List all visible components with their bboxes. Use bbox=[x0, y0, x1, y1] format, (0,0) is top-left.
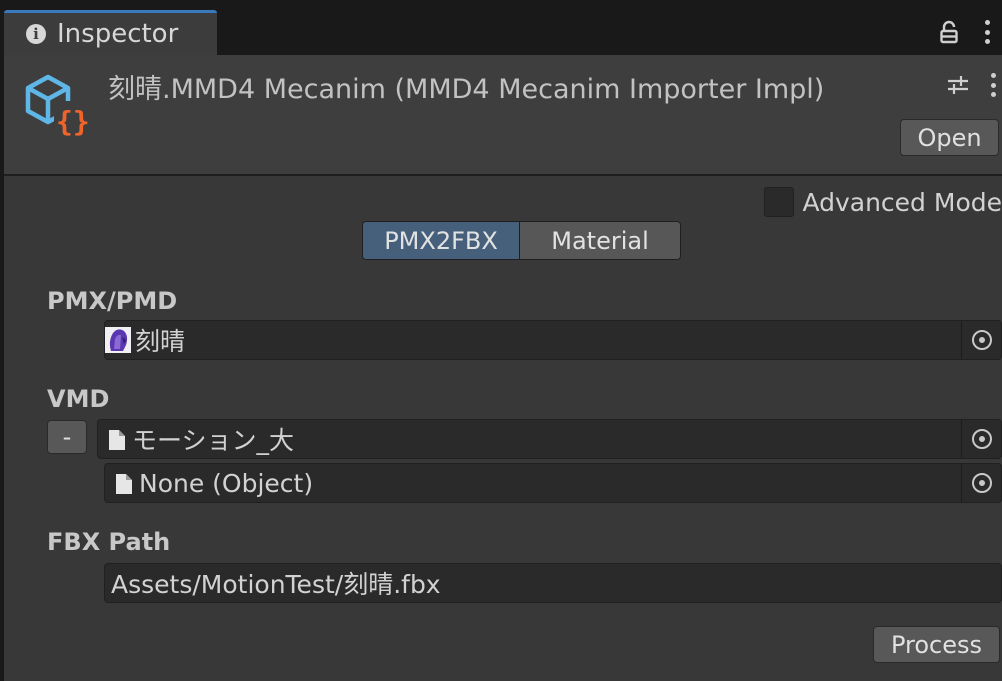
tab-inspector-label: Inspector bbox=[57, 19, 179, 49]
tab-strip: i Inspector bbox=[0, 0, 1002, 55]
model-icon bbox=[105, 327, 131, 353]
remove-vmd-button[interactable]: - bbox=[47, 420, 87, 454]
tab-pmx2fbx[interactable]: PMX2FBX bbox=[363, 222, 521, 259]
pmx-object-field[interactable]: 刻晴 bbox=[104, 320, 1002, 360]
lock-icon[interactable] bbox=[940, 20, 958, 44]
vmd-field-2-text: None (Object) bbox=[139, 468, 314, 498]
fbx-path-label: FBX Path bbox=[47, 528, 171, 556]
pmx-field-value: 刻晴 bbox=[105, 322, 961, 358]
object-picker-icon bbox=[971, 473, 992, 493]
info-icon: i bbox=[26, 24, 46, 44]
advanced-mode-checkbox[interactable] bbox=[764, 187, 795, 217]
tab-material[interactable]: Material bbox=[520, 222, 680, 259]
asset-header: {} 刻晴.MMD4 Mecanim (MMD4 Mecanim Importe… bbox=[4, 55, 1002, 176]
document-icon bbox=[115, 472, 133, 494]
tab-inspector[interactable]: i Inspector bbox=[4, 10, 217, 55]
vmd-object-field-1[interactable]: モーション_大 bbox=[97, 419, 1002, 459]
fbx-path-input[interactable]: Assets/MotionTest/刻晴.fbx bbox=[104, 563, 1002, 603]
kebab-menu-icon[interactable] bbox=[990, 73, 996, 97]
pmx-section-label: PMX/PMD bbox=[47, 287, 178, 315]
pmx-object-picker[interactable] bbox=[961, 321, 1001, 359]
vmd-field-1-text: モーション_大 bbox=[132, 426, 295, 455]
vmd-object-picker-1[interactable] bbox=[961, 420, 1001, 458]
script-cube-icon: {} bbox=[24, 71, 94, 139]
tab-actions bbox=[940, 18, 990, 46]
advanced-mode-toggle[interactable]: Advanced Mode bbox=[764, 186, 1002, 218]
open-button[interactable]: Open bbox=[900, 119, 999, 156]
vmd-field-2-value: None (Object) bbox=[105, 469, 961, 498]
vmd-object-picker-2[interactable] bbox=[961, 464, 1001, 502]
document-icon bbox=[108, 428, 126, 450]
mode-tabs: PMX2FBX Material bbox=[362, 221, 681, 260]
header-actions bbox=[946, 73, 996, 97]
presets-icon[interactable] bbox=[946, 74, 970, 96]
vmd-section-label: VMD bbox=[47, 385, 110, 413]
vmd-object-field-2[interactable]: None (Object) bbox=[104, 463, 1002, 503]
object-picker-icon bbox=[971, 330, 992, 350]
inspector-body: Advanced Mode PMX2FBX Material PMX/PMD 刻… bbox=[4, 176, 1002, 681]
process-button[interactable]: Process bbox=[873, 626, 1000, 663]
inspector-window: i Inspector {} 刻晴.MMD4 Mecanim (MMD4 Mec… bbox=[0, 0, 1002, 681]
advanced-mode-label: Advanced Mode bbox=[802, 187, 1002, 217]
asset-title: 刻晴.MMD4 Mecanim (MMD4 Mecanim Importer I… bbox=[108, 74, 825, 105]
object-picker-icon bbox=[971, 429, 992, 449]
kebab-menu-icon[interactable] bbox=[984, 20, 990, 44]
vmd-field-1-value: モーション_大 bbox=[98, 421, 961, 457]
inspector-panel: {} 刻晴.MMD4 Mecanim (MMD4 Mecanim Importe… bbox=[4, 55, 1002, 681]
svg-text:{}: {} bbox=[56, 105, 90, 138]
pmx-field-text: 刻晴 bbox=[135, 327, 186, 356]
